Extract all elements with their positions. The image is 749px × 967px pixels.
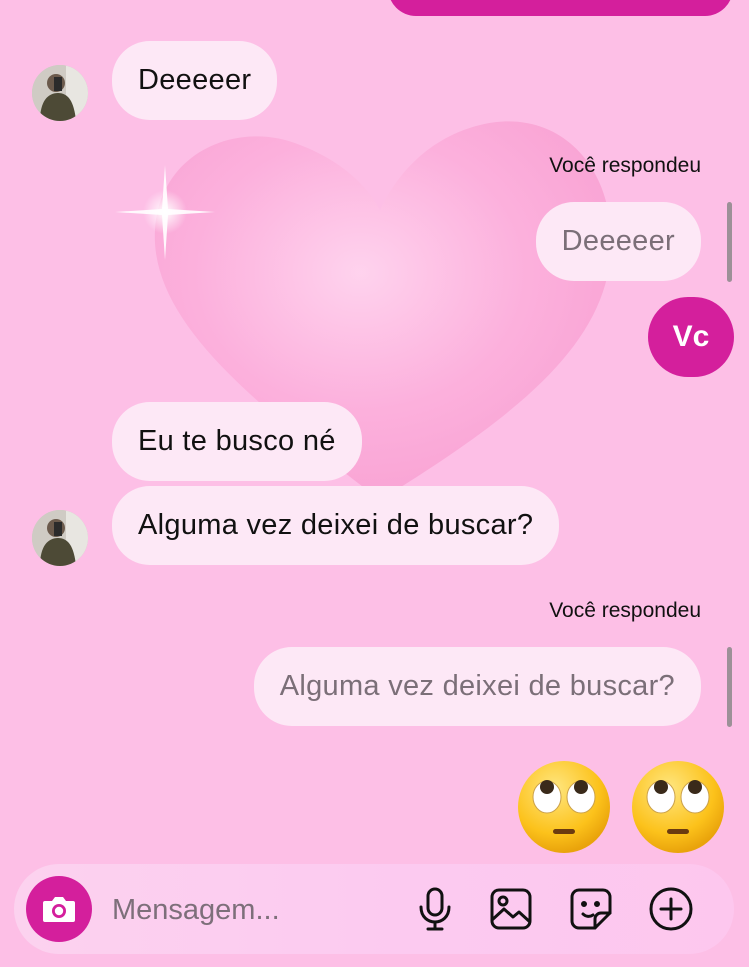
quoted-text: Alguma vez deixei de buscar? bbox=[279, 670, 675, 702]
microphone-icon bbox=[419, 887, 451, 931]
message-composer bbox=[14, 864, 734, 954]
gallery-icon bbox=[490, 888, 532, 930]
quoted-message-bubble[interactable]: Deeeeer bbox=[535, 202, 701, 281]
reply-indicator-bar bbox=[727, 202, 732, 282]
avatar-photo-icon bbox=[32, 65, 88, 121]
sticker-button[interactable] bbox=[566, 884, 616, 934]
contact-avatar[interactable] bbox=[32, 510, 88, 566]
received-message-bubble[interactable]: Eu te busco né bbox=[112, 402, 362, 481]
message-text: Alguma vez deixei de buscar? bbox=[138, 509, 534, 541]
message-text: Vc bbox=[672, 320, 710, 353]
previous-message-bubble bbox=[388, 0, 733, 16]
message-text: Deeeeer bbox=[138, 64, 252, 96]
quoted-text: Deeeeer bbox=[561, 225, 675, 257]
contact-avatar[interactable] bbox=[32, 65, 88, 121]
reply-indicator-bar bbox=[727, 647, 732, 727]
eye-roll-emoji-icon bbox=[518, 761, 610, 853]
message-text: Eu te busco né bbox=[138, 425, 336, 457]
more-options-button[interactable] bbox=[646, 884, 696, 934]
avatar-photo-icon bbox=[32, 510, 88, 566]
sticker-icon bbox=[570, 888, 612, 930]
camera-button[interactable] bbox=[26, 876, 92, 942]
reply-label: Você respondeu bbox=[549, 599, 701, 622]
reply-label: Você respondeu bbox=[549, 154, 701, 177]
sent-message-bubble[interactable]: Vc bbox=[648, 297, 734, 377]
sparkle-decoration bbox=[115, 165, 215, 260]
message-input[interactable] bbox=[110, 886, 404, 934]
plus-icon bbox=[649, 887, 693, 931]
received-message-bubble[interactable]: Alguma vez deixei de buscar? bbox=[112, 486, 560, 565]
eye-roll-emoji-icon bbox=[632, 761, 724, 853]
camera-icon bbox=[43, 897, 75, 922]
gallery-button[interactable] bbox=[486, 884, 536, 934]
received-message-bubble[interactable]: Deeeeer bbox=[112, 41, 278, 120]
quoted-message-bubble[interactable]: Alguma vez deixei de buscar? bbox=[253, 647, 701, 726]
microphone-button[interactable] bbox=[410, 884, 460, 934]
